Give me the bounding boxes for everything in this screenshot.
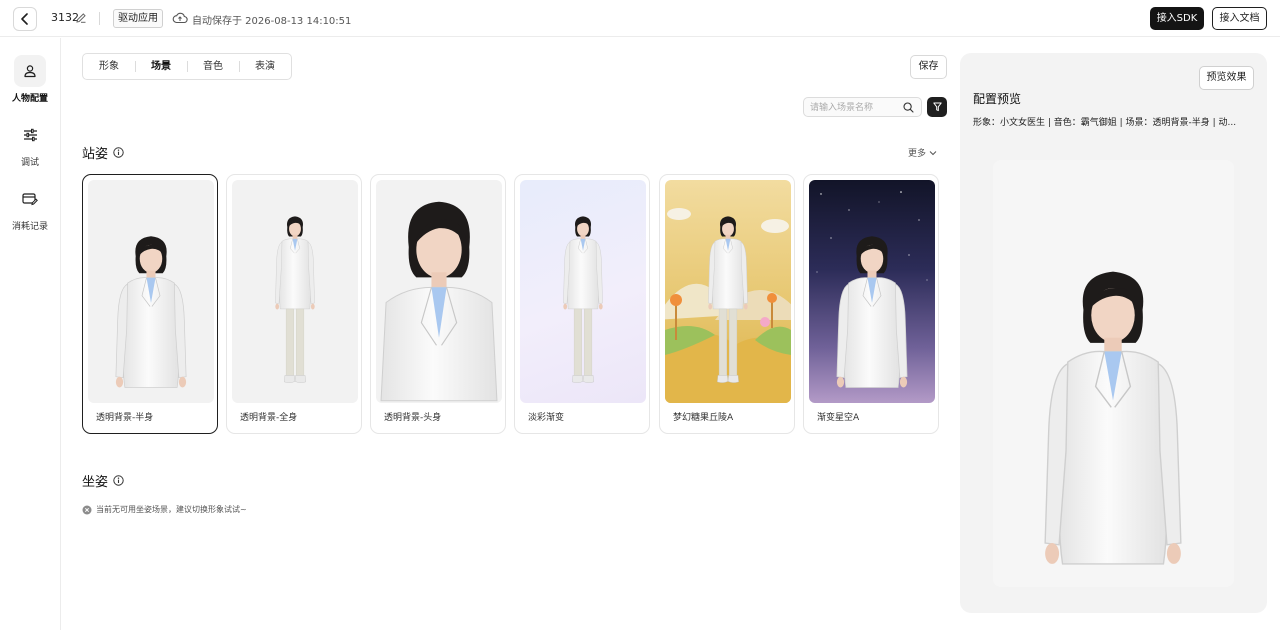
integrate-docs-button[interactable]: 接入文档 bbox=[1212, 7, 1267, 30]
sitting-section-title: 坐姿 bbox=[82, 471, 124, 490]
scene-search-box bbox=[803, 97, 922, 117]
tab-scene[interactable]: 场景 bbox=[135, 54, 187, 79]
tab-voice[interactable]: 音色 bbox=[187, 54, 239, 79]
nav-icon-box bbox=[14, 119, 46, 151]
character-preview bbox=[1026, 246, 1200, 586]
nav-label: 消耗记录 bbox=[11, 222, 48, 232]
sitting-empty-note: 当前无可用坐姿场景，建议切换形象试试~ bbox=[82, 504, 247, 515]
scene-thumbnail bbox=[809, 180, 935, 403]
nav-label: 人物配置 bbox=[11, 94, 48, 104]
scene-card-starry-gradient[interactable]: 渐变星空A bbox=[803, 174, 939, 434]
scene-card-label: 透明背景-全身 bbox=[240, 413, 298, 423]
character-figure bbox=[376, 197, 502, 403]
top-bar: 3132 驱动应用 自动保存于 2026-08-13 14:10:51 接入SD… bbox=[0, 0, 1280, 37]
scene-card-label: 透明背景-半身 bbox=[96, 413, 154, 423]
scene-card-label: 梦幻糖果丘陵A bbox=[673, 413, 734, 423]
filter-button[interactable] bbox=[927, 97, 947, 117]
character-figure bbox=[698, 214, 758, 392]
empty-note-text: 当前无可用坐姿场景，建议切换形象试试~ bbox=[96, 505, 247, 514]
section-title-text: 坐姿 bbox=[82, 475, 109, 490]
close-circle-icon bbox=[82, 505, 92, 514]
integrate-sdk-button[interactable]: 接入SDK bbox=[1150, 7, 1204, 30]
config-tabs: 形象 场景 音色 表演 bbox=[82, 53, 292, 80]
scene-search-input[interactable] bbox=[810, 100, 900, 115]
app-type-tag: 驱动应用 bbox=[113, 9, 163, 28]
nav-item-usage-records[interactable]: 消耗记录 bbox=[0, 183, 60, 232]
info-icon[interactable] bbox=[113, 475, 124, 486]
scene-thumbnail bbox=[376, 180, 502, 403]
nav-icon-box bbox=[14, 183, 46, 215]
preview-effect-button[interactable]: 预览效果 bbox=[1199, 66, 1254, 90]
scene-card-pastel-gradient[interactable]: 淡彩渐变 bbox=[514, 174, 650, 434]
left-nav: 人物配置 调试 消耗记录 bbox=[0, 38, 61, 630]
more-link-text: 更多 bbox=[908, 149, 927, 159]
person-icon bbox=[24, 65, 36, 78]
save-button[interactable]: 保存 bbox=[910, 55, 947, 79]
scene-card-candy-hills[interactable]: 梦幻糖果丘陵A bbox=[659, 174, 795, 434]
scene-card-transparent-half[interactable]: 透明背景-半身 bbox=[82, 174, 218, 434]
sliders-icon bbox=[23, 128, 37, 142]
scene-thumbnail bbox=[665, 180, 791, 403]
scene-thumbnail bbox=[88, 180, 214, 403]
character-figure bbox=[265, 214, 325, 392]
scene-thumbnail bbox=[520, 180, 646, 403]
scene-card-label: 透明背景-头身 bbox=[384, 413, 442, 423]
character-figure bbox=[553, 214, 613, 392]
top-divider bbox=[99, 12, 100, 25]
scene-card-transparent-head[interactable]: 透明背景-头身 bbox=[370, 174, 506, 434]
nav-icon-box bbox=[14, 55, 46, 87]
chevron-down-icon bbox=[929, 150, 937, 155]
scene-card-transparent-full[interactable]: 透明背景-全身 bbox=[226, 174, 362, 434]
section-title-text: 站姿 bbox=[82, 147, 109, 162]
scene-card-label: 渐变星空A bbox=[817, 413, 860, 423]
config-preview-panel: 预览效果 配置预览 形象：小文女医生 | 音色：霸气御姐 | 场景：透明背景-半… bbox=[960, 53, 1267, 613]
chevron-left-icon bbox=[21, 13, 28, 25]
scene-card-label: 淡彩渐变 bbox=[528, 413, 565, 423]
autosave-status: 自动保存于 2026-08-13 14:10:51 bbox=[192, 16, 352, 27]
tab-appearance[interactable]: 形象 bbox=[83, 54, 135, 79]
filter-icon bbox=[932, 102, 942, 112]
info-icon[interactable] bbox=[113, 147, 124, 158]
standing-section-title: 站姿 bbox=[82, 143, 124, 162]
preview-stage bbox=[993, 160, 1234, 587]
edit-icon[interactable] bbox=[75, 12, 87, 24]
character-figure bbox=[106, 228, 196, 394]
character-figure bbox=[827, 228, 917, 394]
nav-item-character-config[interactable]: 人物配置 bbox=[0, 55, 60, 104]
more-link[interactable]: 更多 bbox=[908, 146, 937, 159]
cloud-icon bbox=[172, 12, 188, 24]
nav-label: 调试 bbox=[20, 158, 39, 168]
tab-performance[interactable]: 表演 bbox=[239, 54, 291, 79]
card-edit-icon bbox=[22, 193, 38, 206]
preview-title: 配置预览 bbox=[973, 92, 1022, 106]
scene-thumbnail bbox=[232, 180, 358, 403]
back-button[interactable] bbox=[13, 7, 37, 31]
nav-item-debug[interactable]: 调试 bbox=[0, 119, 60, 168]
preview-summary: 形象：小文女医生 | 音色：霸气御姐 | 场景：透明背景-半身 | 动... bbox=[973, 118, 1237, 128]
search-icon[interactable] bbox=[903, 102, 914, 113]
